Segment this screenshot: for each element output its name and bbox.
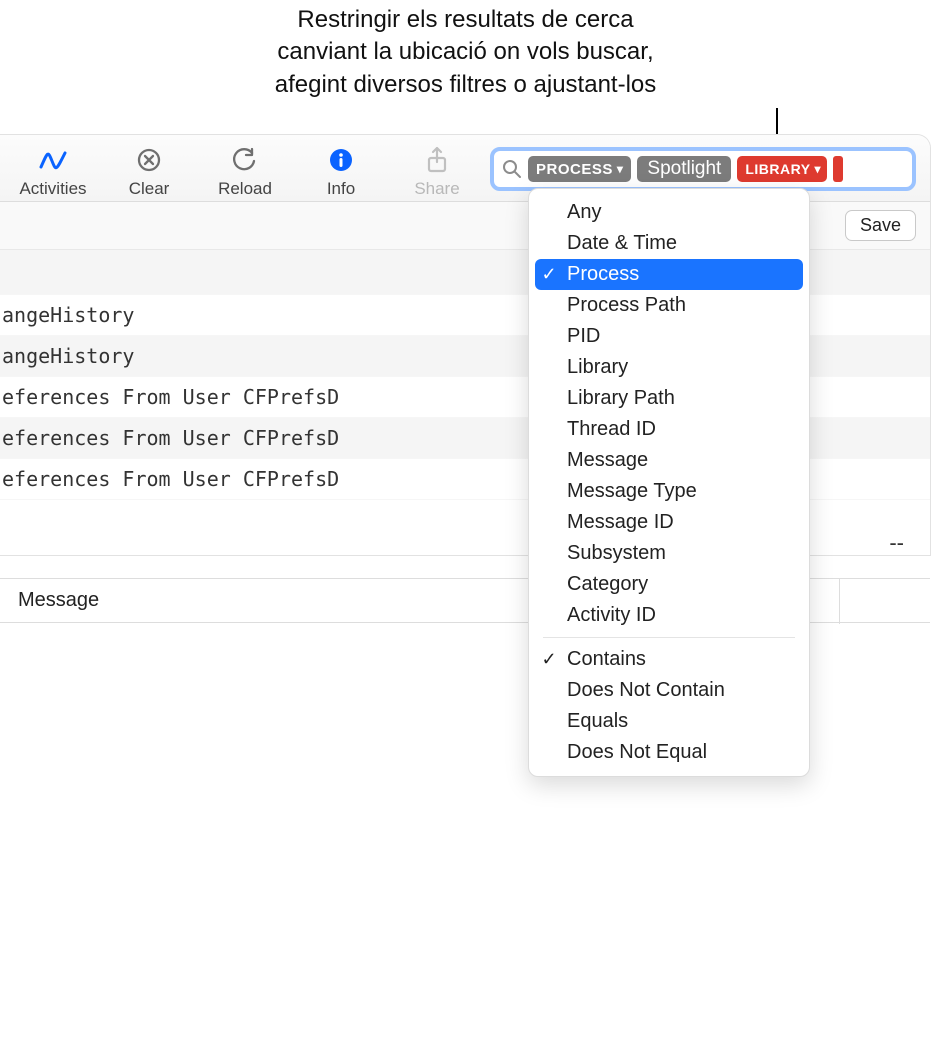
clear-button[interactable]: Clear [106,145,192,199]
info-label: Info [327,179,355,199]
menu-item-process-path[interactable]: Process Path [529,290,809,321]
filter-dropdown-menu: Any Date & Time ✓ Process Process Path PID Lib… [528,188,810,777]
filter-token-process[interactable]: PROCESS ▾ [528,156,631,182]
chevron-down-icon: ▾ [815,163,822,175]
menu-item-subsystem[interactable]: Subsystem [529,538,809,569]
menu-item-label: Does Not Contain [567,679,725,702]
menu-item-library-path[interactable]: Library Path [529,383,809,414]
info-button[interactable]: Info [298,145,384,199]
info-icon [328,145,354,175]
menu-item-message[interactable]: Message [529,445,809,476]
menu-item-message-type[interactable]: Message Type [529,476,809,507]
reload-icon [232,145,258,175]
menu-item-any[interactable]: Any [529,197,809,228]
clear-icon [136,145,162,175]
menu-item-label: Date & Time [567,232,677,255]
reload-label: Reload [218,179,272,199]
menu-item-activity-id[interactable]: Activity ID [529,600,809,631]
menu-item-label: Equals [567,710,628,733]
menu-item-label: Thread ID [567,418,656,441]
activities-icon [38,145,68,175]
menu-item-does-not-equal[interactable]: Does Not Equal [529,737,809,768]
menu-item-process[interactable]: ✓ Process [535,259,803,290]
share-button[interactable]: Share [394,145,480,199]
menu-item-label: Contains [567,648,646,671]
menu-item-label: Activity ID [567,604,656,627]
clear-label: Clear [129,179,170,199]
filter-token-library-label: LIBRARY [745,161,810,177]
menu-item-contains[interactable]: ✓ Contains [529,644,809,675]
share-icon [425,145,449,175]
filter-token-library[interactable]: LIBRARY ▾ [737,156,827,182]
menu-item-date-time[interactable]: Date & Time [529,228,809,259]
reload-button[interactable]: Reload [202,145,288,199]
menu-item-label: PID [567,325,600,348]
menu-item-label: Message [567,449,648,472]
filter-token-library-continuation [833,156,843,182]
menu-separator [543,637,795,638]
checkmark-icon: ✓ [539,649,559,670]
menu-item-pid[interactable]: PID [529,321,809,352]
menu-item-thread-id[interactable]: Thread ID [529,414,809,445]
menu-item-label: Process [567,263,639,286]
save-button[interactable]: Save [845,210,916,241]
menu-item-label: Category [567,573,648,596]
menu-item-message-id[interactable]: Message ID [529,507,809,538]
menu-item-label: Library [567,356,628,379]
menu-item-label: Does Not Equal [567,741,707,764]
menu-item-label: Message Type [567,480,697,503]
filter-token-process-label: PROCESS [536,161,613,178]
menu-item-library[interactable]: Library [529,352,809,383]
menu-item-label: Any [567,201,601,224]
menu-item-label: Subsystem [567,542,666,565]
activities-button[interactable]: Activities [10,145,96,199]
search-icon [502,159,522,179]
search-field[interactable]: PROCESS ▾ Spotlight LIBRARY ▾ [490,147,916,191]
callout-caption: Restringir els resultats de cerca canvia… [0,0,931,101]
activities-label: Activities [19,179,86,199]
menu-item-does-not-contain[interactable]: Does Not Contain [529,675,809,706]
menu-item-equals[interactable]: Equals [529,706,809,737]
menu-item-label: Library Path [567,387,675,410]
share-label: Share [414,179,459,199]
column-divider [839,578,840,624]
menu-item-label: Message ID [567,511,674,534]
detail-placeholder: -- [889,530,904,556]
filter-value-spotlight[interactable]: Spotlight [637,156,731,182]
menu-item-category[interactable]: Category [529,569,809,600]
checkmark-icon: ✓ [539,264,559,285]
chevron-down-icon: ▾ [617,163,624,175]
menu-item-label: Process Path [567,294,686,317]
